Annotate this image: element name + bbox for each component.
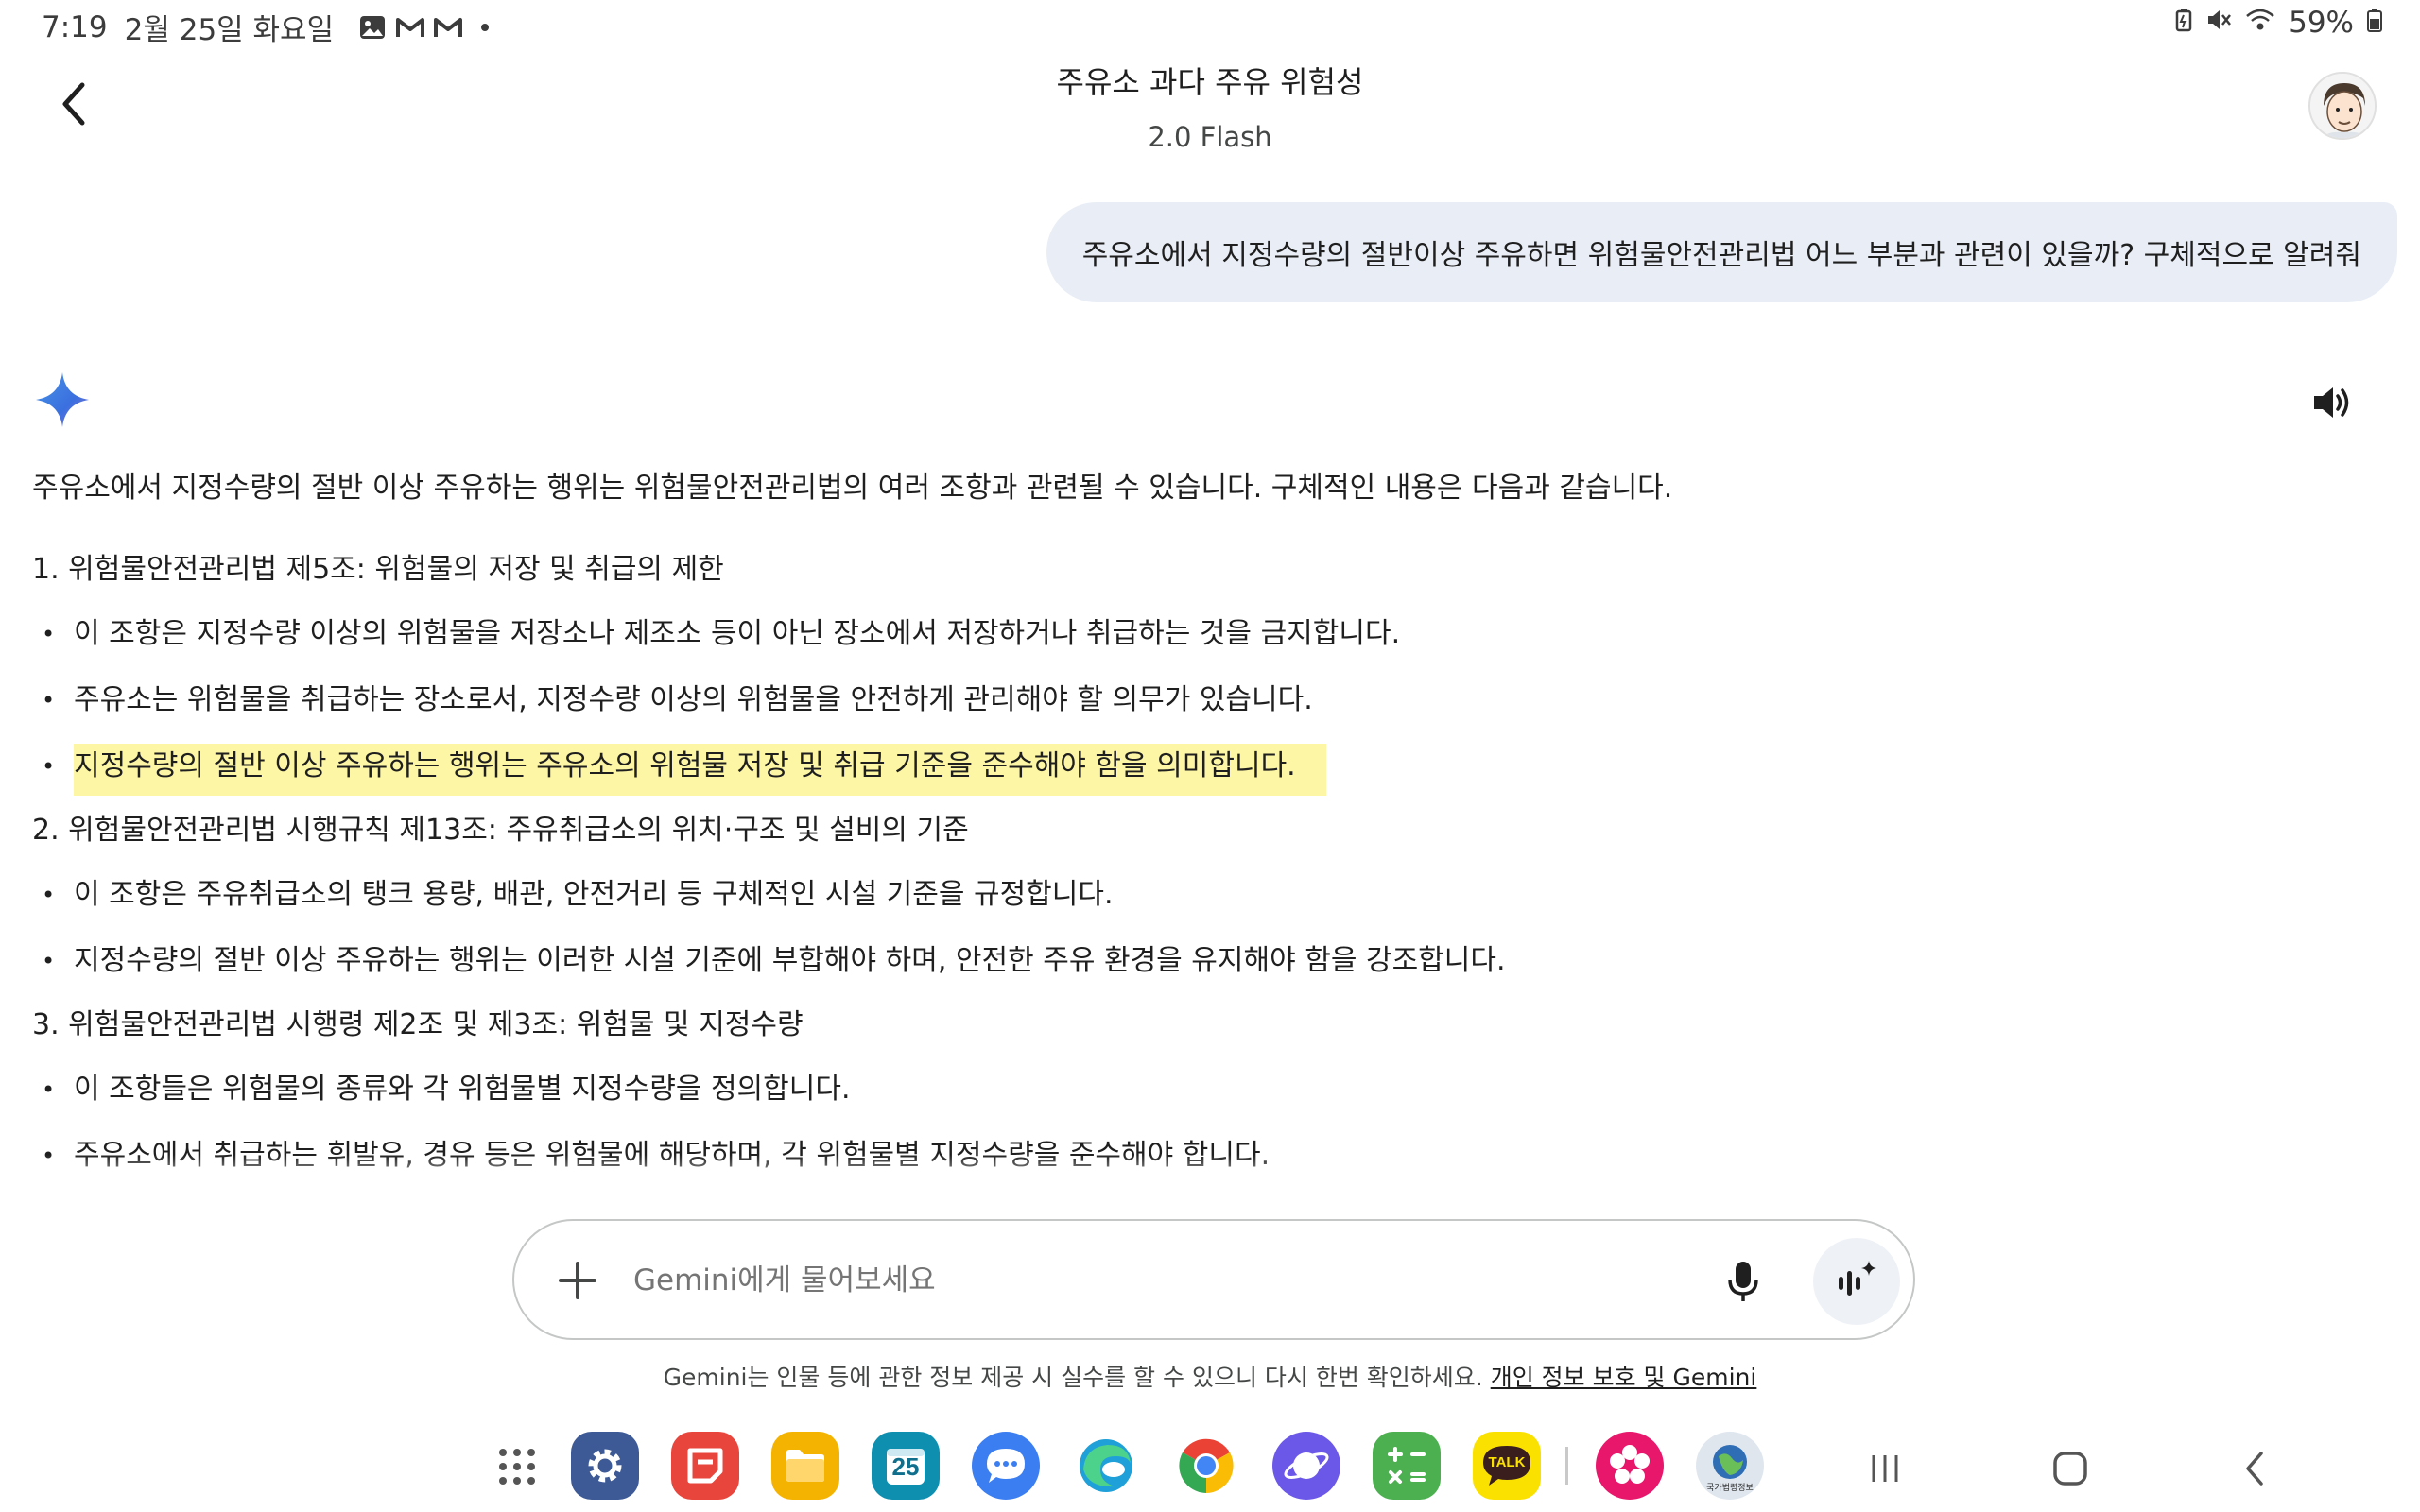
gemini-response: 주유소에서 지정수량의 절반 이상 주유하는 행위는 위험물안전관리법의 여러 …	[32, 465, 2358, 1193]
mute-icon	[2205, 6, 2232, 40]
section-2-bullets: 이 조항은 주유취급소의 탱크 용량, 배관, 안전거리 등 구체적인 시설 기…	[32, 871, 2358, 985]
kakaotalk-app[interactable]: TALK	[1473, 1432, 1541, 1500]
blossom-app[interactable]	[1596, 1432, 1664, 1500]
back-button[interactable]	[45, 76, 102, 132]
profile-icon	[2310, 74, 2375, 138]
avatar[interactable]	[2308, 72, 2377, 140]
kakao-label: TALK	[1488, 1454, 1526, 1470]
privacy-link[interactable]: 개인 정보 보호 및 Gemini	[1491, 1364, 1757, 1391]
national-law-info-app[interactable]: 국가법령정보	[1696, 1432, 1764, 1500]
list-item-highlighted: 지정수량의 절반 이상 주유하는 행위는 주유소의 위험물 저장 및 취급 기준…	[32, 743, 2358, 796]
home-button[interactable]	[2042, 1443, 2099, 1494]
messages-app[interactable]	[972, 1432, 1040, 1500]
chat-title[interactable]: 주유소 과다 주유 위험성	[832, 59, 1588, 102]
chevron-left-icon	[62, 82, 85, 126]
flower-icon	[1610, 1445, 1650, 1484]
chevron-left-icon	[2246, 1452, 2263, 1486]
plus-icon	[559, 1262, 596, 1299]
model-selector[interactable]: 2.0 Flash	[832, 121, 1588, 153]
settings-app[interactable]	[571, 1432, 639, 1500]
notes-icon	[687, 1448, 723, 1484]
battery-saver-icon	[2175, 6, 2192, 40]
list-item: 지정수량의 절반 이상 주유하는 행위는 이러한 시설 기준에 부합해야 하며,…	[32, 937, 2358, 985]
read-aloud-button[interactable]	[2308, 380, 2354, 425]
voice-input-button[interactable]	[1715, 1253, 1772, 1310]
section-heading-1: 1. 위험물안전관리법 제5조: 위험물의 저장 및 취급의 제한	[32, 553, 724, 586]
list-item: 주유소는 위험물을 취급하는 장소로서, 지정수량 이상의 위험물을 안전하게 …	[32, 677, 2358, 724]
response-intro: 주유소에서 지정수량의 절반 이상 주유하는 행위는 위험물안전관리법의 여러 …	[32, 472, 1673, 505]
list-item: 이 조항은 지정수량 이상의 위험물을 저장소나 제조소 등이 아닌 장소에서 …	[32, 610, 2358, 658]
apps-grid-icon	[499, 1449, 535, 1485]
gear-icon	[588, 1449, 622, 1483]
gemini-live-button[interactable]	[1813, 1238, 1900, 1325]
add-attachment-button[interactable]	[548, 1251, 607, 1310]
chat-bubble-icon	[987, 1449, 1025, 1483]
recents-icon	[1872, 1455, 1898, 1482]
chat-header: 주유소 과다 주유 위험성 2.0 Flash	[832, 59, 1588, 153]
clock: 7:19	[42, 9, 108, 44]
calculator-app[interactable]	[1373, 1432, 1441, 1500]
speaker-icon	[2314, 387, 2349, 418]
chrome-icon	[1179, 1438, 1234, 1493]
battery-percentage: 59%	[2289, 6, 2354, 40]
disclaimer: Gemini는 인물 등에 관한 정보 제공 시 실수를 할 수 있으니 다시 …	[0, 1359, 2420, 1393]
home-icon	[2053, 1452, 2087, 1486]
battery-icon	[2367, 6, 2382, 40]
user-message-bubble[interactable]: 주유소에서 지정수량의 절반이상 주유하면 위험물안전관리법 어느 부분과 관련…	[1046, 202, 2397, 302]
calendar-date: 25	[891, 1452, 920, 1481]
app-drawer-button[interactable]	[493, 1443, 541, 1490]
wifi-icon	[2245, 6, 2275, 40]
highlighted-text: 지정수량의 절반 이상 주유하는 행위는 주유소의 위험물 저장 및 취급 기준…	[74, 744, 1326, 796]
gmail-icon	[434, 14, 463, 41]
samsung-internet-app[interactable]	[1272, 1432, 1340, 1500]
taskbar-divider	[1565, 1447, 1568, 1485]
more-notifications-dot	[481, 23, 490, 31]
samsung-notes-app[interactable]	[671, 1432, 739, 1500]
taskbar: 25 TALK 국가법령정보	[0, 1432, 2420, 1507]
status-bar: 7:19 2월 25일 화요일 59%	[0, 0, 2420, 51]
edge-icon	[1080, 1439, 1132, 1492]
list-item: 이 조항은 주유취급소의 탱크 용량, 배관, 안전거리 등 구체적인 시설 기…	[32, 871, 2358, 919]
planet-icon	[1284, 1452, 1329, 1479]
law-app-label: 국가법령정보	[1706, 1484, 1754, 1493]
nav-back-button[interactable]	[2227, 1443, 2284, 1494]
chrome-app[interactable]	[1172, 1432, 1240, 1500]
calculator-icon	[1388, 1447, 1426, 1484]
folder-icon	[786, 1450, 824, 1482]
live-waveform-icon	[1839, 1261, 1876, 1296]
section-heading-2: 2. 위험물안전관리법 시행규칙 제13조: 주유취급소의 위치·구조 및 설비…	[32, 814, 969, 847]
gallery-icon	[358, 14, 387, 41]
gemini-sparkle-icon	[34, 370, 91, 429]
prompt-input[interactable]	[633, 1246, 1598, 1315]
calendar-app[interactable]: 25	[872, 1432, 940, 1500]
date: 2월 25일 화요일	[124, 13, 335, 47]
prompt-bar	[512, 1219, 1915, 1340]
scroll-fade	[32, 1155, 2358, 1193]
user-message-text: 주유소에서 지정수량의 절반이상 주유하면 위험물안전관리법 어느 부분과 관련…	[1081, 239, 2361, 272]
gmail-icon	[396, 14, 425, 41]
recent-apps-button[interactable]	[1857, 1443, 1913, 1494]
edge-app[interactable]	[1072, 1432, 1140, 1500]
disclaimer-text: Gemini는 인물 등에 관한 정보 제공 시 실수를 할 수 있으니 다시 …	[663, 1364, 1491, 1391]
list-item: 이 조항들은 위험물의 종류와 각 위험물별 지정수량을 정의합니다.	[32, 1066, 2358, 1113]
section-heading-3: 3. 위험물안전관리법 시행령 제2조 및 제3조: 위험물 및 지정수량	[32, 1008, 804, 1041]
microphone-icon	[1728, 1262, 1758, 1301]
my-files-app[interactable]	[771, 1432, 839, 1500]
section-1-bullets: 이 조항은 지정수량 이상의 위험물을 저장소나 제조소 등이 아닌 장소에서 …	[32, 610, 2358, 796]
